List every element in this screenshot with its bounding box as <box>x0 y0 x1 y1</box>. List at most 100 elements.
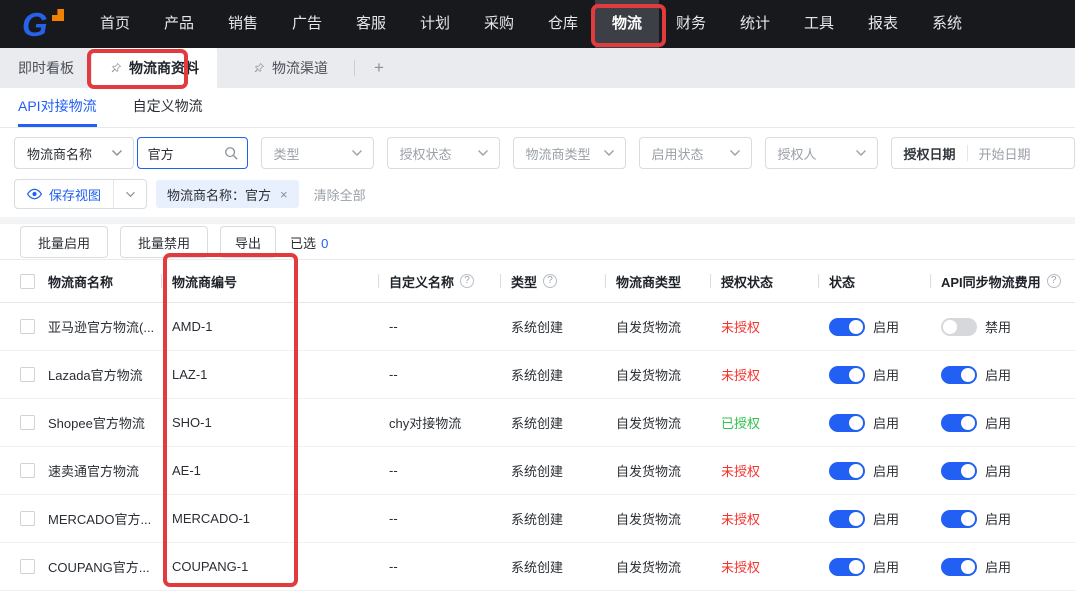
status-toggle[interactable] <box>829 461 865 480</box>
nav-item-service[interactable]: 客服 <box>339 0 403 48</box>
bulk-enable-button[interactable]: 批量启用 <box>20 226 109 258</box>
api-fee-toggle[interactable] <box>941 509 977 528</box>
cell-auth-status: 未授权 <box>721 464 761 479</box>
active-filter-tag[interactable]: 物流商名称：官方 × <box>156 180 299 208</box>
save-view-dropdown[interactable] <box>114 180 146 208</box>
clear-all-filters-link[interactable]: 清除全部 <box>314 185 366 204</box>
cell-provider-name: Shopee官方物流 <box>48 416 145 431</box>
nav-item-finance[interactable]: 财务 <box>659 0 723 48</box>
row-checkbox-cell <box>0 543 44 590</box>
filter-select-type[interactable]: 类型 <box>260 137 374 169</box>
tab-provider-info[interactable]: 物流商资料 <box>92 48 217 88</box>
nav-item-product[interactable]: 产品 <box>147 0 211 48</box>
cell-provider-type: 自发货物流 <box>616 416 682 431</box>
search-icon <box>224 147 238 160</box>
column-header-code: 物流商编号 <box>161 260 378 302</box>
filter-select-enable-status[interactable]: 启用状态 <box>638 137 752 169</box>
cell-status: 启用 <box>818 399 930 446</box>
tab-bar: 即时看板 物流商资料 物流渠道 + <box>0 48 1075 88</box>
nav-item-sales[interactable]: 销售 <box>211 0 275 48</box>
nav-item-reports[interactable]: 报表 <box>851 0 915 48</box>
filter-tag-label: 物流商名称：官方 <box>167 187 272 203</box>
cell-auth-status: 已授权 <box>721 416 761 431</box>
nav-item-tools[interactable]: 工具 <box>787 0 851 48</box>
toggle-label: 禁用 <box>985 320 1012 335</box>
column-header-name: 物流商名称 <box>44 260 161 302</box>
api-fee-toggle[interactable] <box>941 557 977 576</box>
row-checkbox[interactable] <box>20 559 35 574</box>
tab-dashboard[interactable]: 即时看板 <box>0 48 92 88</box>
cell-custom-name: chy对接物流 <box>389 416 462 431</box>
column-header-custom_name: 自定义名称? <box>378 260 500 302</box>
logo-accent-mark <box>52 9 64 21</box>
search-field-selector[interactable]: 物流商名称 <box>14 137 134 169</box>
toggle-label: 启用 <box>985 464 1012 479</box>
export-button[interactable]: 导出 <box>220 226 277 258</box>
nav-item-system[interactable]: 系统 <box>915 0 979 48</box>
api-fee-toggle[interactable] <box>941 413 977 432</box>
subtab-api-logistics[interactable]: API对接物流 <box>18 88 97 127</box>
row-checkbox[interactable] <box>20 463 35 478</box>
cell-api-fee: 启用 <box>930 543 1075 590</box>
remove-filter-icon[interactable]: × <box>280 187 288 202</box>
help-icon[interactable]: ? <box>1046 274 1061 288</box>
cell-status: 启用 <box>818 447 930 494</box>
nav-item-purchase[interactable]: 采购 <box>467 0 531 48</box>
api-fee-toggle[interactable] <box>941 365 977 384</box>
toggle-knob <box>961 463 975 478</box>
cell-custom-name: -- <box>389 511 398 526</box>
cell-api-fee: 禁用 <box>930 303 1075 350</box>
search-input[interactable] <box>147 145 220 161</box>
toggle-label: 启用 <box>873 416 900 431</box>
cell-api-fee: 启用 <box>930 399 1075 446</box>
status-toggle[interactable] <box>829 413 865 432</box>
row-checkbox[interactable] <box>20 511 35 526</box>
nav-item-warehouse[interactable]: 仓库 <box>531 0 595 48</box>
auth-date-label: 授权日期 <box>903 146 956 162</box>
filter-select-authorizer[interactable]: 授权人 <box>764 137 878 169</box>
logo-letter: G <box>22 5 48 43</box>
nav-item-home[interactable]: 首页 <box>83 0 147 48</box>
nav-item-ads[interactable]: 广告 <box>275 0 339 48</box>
selected-label: 已选 <box>290 235 317 251</box>
help-icon[interactable]: ? <box>460 274 475 288</box>
nav-item-plan[interactable]: 计划 <box>403 0 467 48</box>
select-placeholder: 授权状态 <box>399 146 452 162</box>
cell-custom-name: -- <box>389 463 398 478</box>
row-checkbox[interactable] <box>20 367 35 382</box>
add-tab-button[interactable]: + <box>363 48 395 88</box>
logistics-provider-table: 物流商名称 物流商编号 自定义名称? 类型? 物流商类型 授权状态 状态 API同步物流费用?… <box>0 259 1075 591</box>
column-label: 状态 <box>829 274 856 290</box>
api-fee-toggle[interactable] <box>941 317 977 336</box>
status-toggle[interactable] <box>829 317 865 336</box>
auth-date-picker[interactable]: 授权日期 开始日期 <box>890 137 1075 169</box>
nav-item-stats[interactable]: 统计 <box>723 0 787 48</box>
column-label: 自定义名称 <box>389 274 455 290</box>
select-placeholder: 物流商类型 <box>525 146 591 162</box>
subtab-custom-logistics[interactable]: 自定义物流 <box>133 88 203 127</box>
status-toggle[interactable] <box>829 509 865 528</box>
cell-api-fee: 启用 <box>930 447 1075 494</box>
bulk-disable-button[interactable]: 批量禁用 <box>120 226 209 258</box>
save-view-button[interactable]: 保存视图 <box>15 180 113 208</box>
cell-custom-name: -- <box>389 319 398 334</box>
nav-item-logistics[interactable]: 物流 <box>595 0 659 48</box>
filter-select-provider-type[interactable]: 物流商类型 <box>512 137 626 169</box>
pin-icon[interactable] <box>253 62 265 74</box>
pin-icon[interactable] <box>110 62 122 74</box>
row-checkbox[interactable] <box>20 319 35 334</box>
help-icon[interactable]: ? <box>543 274 558 288</box>
top-navbar: G 首页 产品 销售 广告 客服 计划 采购 仓库 物流 财务 统计 工具 报表 系统 <box>0 0 1075 48</box>
status-toggle[interactable] <box>829 557 865 576</box>
toggle-knob <box>943 319 957 334</box>
tab-channel[interactable]: 物流渠道 <box>235 48 346 88</box>
select-all-checkbox[interactable] <box>20 273 35 289</box>
chevron-down-icon <box>855 150 866 156</box>
status-toggle[interactable] <box>829 365 865 384</box>
toggle-knob <box>961 415 975 430</box>
filter-select-auth-status[interactable]: 授权状态 <box>386 137 500 169</box>
row-checkbox[interactable] <box>20 415 35 430</box>
api-fee-toggle[interactable] <box>941 461 977 480</box>
tab-label: 即时看板 <box>18 60 74 76</box>
search-box <box>136 137 248 169</box>
